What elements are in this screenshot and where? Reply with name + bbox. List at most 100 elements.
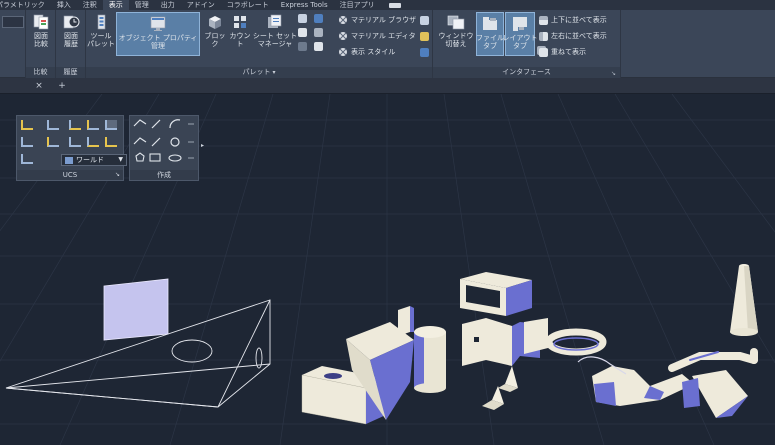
material-browser-button[interactable]: マテリアル ブラウザ bbox=[338, 15, 416, 25]
tab-featured-apps[interactable]: 注目アプリ bbox=[334, 0, 381, 10]
ribbon-minimize-toggle-icon[interactable] bbox=[388, 2, 401, 8]
sheet-set-label: シート セット マネージャ bbox=[252, 32, 298, 48]
design-center-icon[interactable] bbox=[298, 14, 307, 23]
panel-title-palettes-label: パレット bbox=[242, 68, 271, 76]
ribbon: 図面 比較 比較 図面 履歴 履歴 ツール パレット オブジェクト プロパティ管… bbox=[0, 10, 775, 78]
tab-collaborate[interactable]: コラボレート bbox=[221, 0, 275, 10]
solid-sweep-pipe bbox=[668, 348, 758, 372]
drawing-history-button[interactable]: 図面 履歴 bbox=[59, 14, 83, 48]
count-label: カウント bbox=[229, 32, 251, 48]
drawing-history-icon bbox=[63, 15, 80, 29]
calculator-icon[interactable] bbox=[298, 28, 307, 37]
switch-windows-label: ウィンドウ 切替え bbox=[438, 32, 474, 48]
sheet-set-manager-button[interactable]: シート セット マネージャ bbox=[252, 14, 298, 48]
line-tool-icon bbox=[151, 119, 161, 129]
ucs-world-icon[interactable] bbox=[21, 120, 33, 130]
draw-panel-expand-icon[interactable]: ▸ bbox=[201, 142, 204, 149]
file-tab-close-icon[interactable]: × bbox=[34, 78, 44, 94]
solid-torus bbox=[545, 328, 607, 356]
ucs-z-icon[interactable] bbox=[105, 120, 117, 130]
palette-small-icons bbox=[298, 14, 336, 58]
block-palette-button[interactable]: ブロック bbox=[203, 14, 227, 48]
tile-horizontal-button[interactable]: 上下に並べて表示 bbox=[539, 15, 607, 25]
ribbon-panel-palettes: ツール パレット オブジェクト プロパティ管理 ブロック カウント シート セッ… bbox=[86, 10, 433, 78]
tool-palettes-button[interactable]: ツール パレット bbox=[87, 14, 115, 48]
layout-tabs-toggle-button[interactable]: レイアウト タブ bbox=[503, 12, 538, 56]
palette-extra-icon-1[interactable] bbox=[420, 16, 429, 25]
construction-line-icon bbox=[151, 137, 161, 147]
file-tabs-toggle-button[interactable]: ファイル タブ bbox=[476, 12, 504, 56]
file-tab-bar: × + bbox=[0, 78, 775, 94]
ucs-x-icon[interactable] bbox=[69, 120, 81, 130]
ucs-view-icon[interactable] bbox=[47, 137, 59, 147]
drawing-canvas[interactable]: ワールド ▼ UCS ↘ 作成 ▸ bbox=[0, 94, 775, 445]
viewport-control-dropdown[interactable] bbox=[2, 16, 24, 28]
tool-palettes-label: ツール パレット bbox=[87, 32, 115, 48]
cascade-icon bbox=[539, 47, 548, 57]
ribbon-panel-interface: ウィンドウ 切替え ファイル タブ レイアウト タブ 上下に並べて表示 左右に並 bbox=[433, 10, 621, 78]
ucs-object-icon[interactable] bbox=[69, 137, 81, 147]
tab-parametric[interactable]: パラメトリック bbox=[0, 0, 51, 10]
material-editor-button[interactable]: マテリアル エディタ bbox=[338, 31, 416, 41]
switch-windows-icon bbox=[447, 15, 465, 30]
properties-label: オブジェクト プロパティ管理 bbox=[118, 34, 198, 50]
solid-pyramids bbox=[482, 366, 518, 410]
ucs-face-icon[interactable] bbox=[87, 137, 99, 147]
tile-vertical-button[interactable]: 左右に並べて表示 bbox=[539, 31, 607, 41]
sheet-set-icon bbox=[268, 14, 282, 28]
tab-addins[interactable]: アドイン bbox=[181, 0, 221, 10]
panel-dialog-launcher-icon[interactable]: ↘ bbox=[611, 70, 616, 77]
cascade-button[interactable]: 重ねて表示 bbox=[539, 47, 586, 57]
tab-insert[interactable]: 挿入 bbox=[51, 0, 77, 10]
count-button[interactable]: カウント bbox=[227, 14, 253, 48]
drawing-compare-button[interactable]: 図面 比較 bbox=[29, 14, 53, 48]
material-browser-icon bbox=[339, 16, 347, 24]
tab-manage[interactable]: 管理 bbox=[129, 0, 155, 10]
file-tabs-label: ファイル タブ bbox=[476, 34, 504, 50]
new-file-tab-icon[interactable]: + bbox=[56, 78, 68, 94]
palette-extra-icon-2[interactable] bbox=[420, 32, 429, 41]
solid-rectangular-tube bbox=[460, 272, 532, 316]
tab-output[interactable]: 出力 bbox=[155, 0, 181, 10]
ucs-dialog-launcher-icon[interactable]: ↘ bbox=[115, 170, 120, 180]
palette-extra-icon-3[interactable] bbox=[420, 48, 429, 57]
material-editor-label: マテリアル エディタ bbox=[351, 32, 416, 40]
ucs-origin-icon[interactable] bbox=[47, 120, 59, 130]
panel-expand-chevron-icon[interactable]: ▾ bbox=[272, 69, 275, 76]
ucs-named-icon[interactable] bbox=[21, 154, 33, 164]
ucs-panel: ワールド ▼ UCS ↘ bbox=[16, 115, 127, 181]
ucs-previous-icon[interactable] bbox=[21, 137, 33, 147]
ucs-3point-icon[interactable] bbox=[105, 137, 117, 147]
chevron-down-icon: ▼ bbox=[118, 156, 123, 163]
ucs-panel-title: UCS ↘ bbox=[17, 170, 123, 180]
ribbon-panel-compare: 図面 比較 比較 bbox=[26, 10, 56, 78]
block-icon bbox=[209, 16, 221, 29]
external-references-icon[interactable] bbox=[314, 42, 323, 51]
tool-palette-small-icon[interactable] bbox=[314, 14, 323, 23]
ucs-named-dropdown[interactable]: ワールド ▼ bbox=[61, 154, 127, 166]
markup-icon[interactable] bbox=[314, 28, 323, 37]
solid-tapered-column bbox=[730, 264, 758, 336]
drawing-compare-label: 図面 比較 bbox=[34, 32, 48, 48]
panel-title-interface: インタフェース bbox=[433, 67, 620, 78]
ribbon-panel-stub bbox=[0, 10, 26, 78]
solid-angle-bracket bbox=[462, 318, 548, 366]
ucs-y-icon[interactable] bbox=[87, 120, 99, 130]
solid-cone bbox=[682, 370, 748, 418]
ucs-world-swatch-icon bbox=[65, 157, 73, 164]
translucent-plane bbox=[103, 278, 169, 341]
tab-annotate[interactable]: 注釈 bbox=[77, 0, 103, 10]
tile-horizontal-label: 上下に並べて表示 bbox=[551, 16, 607, 24]
tab-view[interactable]: 表示 bbox=[102, 0, 129, 10]
visual-styles-button[interactable]: 表示 スタイル bbox=[338, 47, 395, 57]
visual-styles-icon bbox=[339, 48, 347, 56]
switch-windows-button[interactable]: ウィンドウ 切替え bbox=[438, 14, 474, 48]
polygon-tool-icon bbox=[135, 152, 145, 162]
tab-express-tools[interactable]: Express Tools bbox=[275, 0, 334, 10]
properties-button[interactable]: オブジェクト プロパティ管理 bbox=[116, 12, 200, 56]
ellipse-tool-icon bbox=[168, 154, 182, 162]
ucs-dropdown-value: ワールド bbox=[76, 156, 104, 164]
ribbon-tab-bar: パラメトリック 挿入 注釈 表示 管理 出力 アドイン コラボレート Expre… bbox=[0, 0, 775, 10]
command-line-icon[interactable] bbox=[298, 42, 307, 51]
tool-palette-icon bbox=[97, 14, 106, 30]
